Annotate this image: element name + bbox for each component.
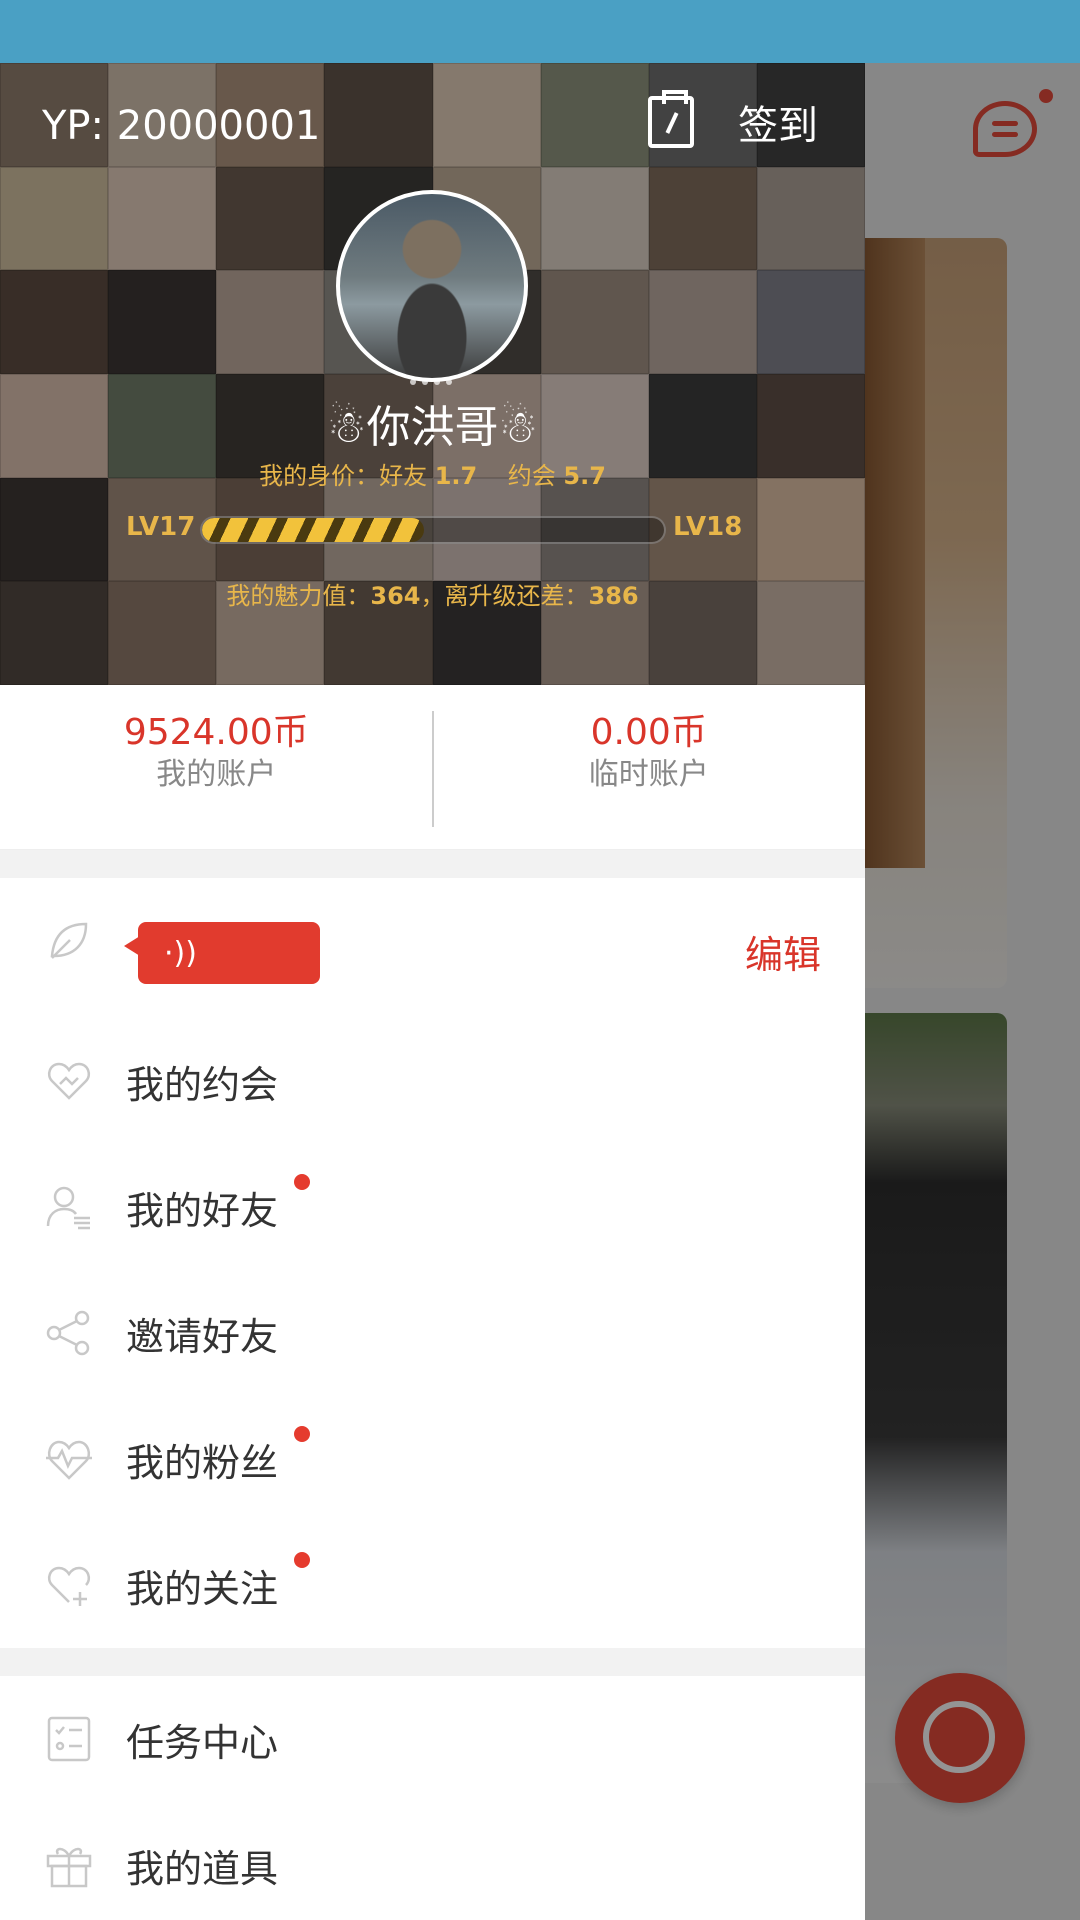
- voice-intro-row: ·)) 编辑: [0, 878, 865, 1018]
- clipboard-icon: [648, 90, 694, 148]
- edit-button[interactable]: 编辑: [745, 924, 821, 979]
- accounts-divider: [432, 711, 434, 827]
- menu-item-my-dates[interactable]: 我的约会: [0, 1018, 865, 1144]
- level-next: LV18: [673, 512, 743, 542]
- charm-line: 我的魅力值：364，离升级还差：386: [0, 576, 865, 611]
- level-current: LV17: [126, 512, 196, 542]
- worth-friend-value: 1.7: [434, 462, 478, 490]
- heart-handshake-icon: [47, 1062, 91, 1100]
- charm-prefix: 我的魅力值：: [226, 582, 371, 610]
- friends-icon: [46, 1186, 90, 1230]
- my-account-amount: 9524.00币: [123, 712, 309, 753]
- leaf-icon: [50, 922, 88, 959]
- menu-item-my-following[interactable]: 我的关注: [0, 1522, 865, 1648]
- heart-plus-icon: [47, 1566, 91, 1606]
- accounts-row: 9524.00币 我的账户 0.00币 临时账户: [0, 685, 865, 850]
- charm-mid: ，离升级还差：: [420, 582, 589, 610]
- nickname: ☃你洪哥☃: [327, 402, 538, 453]
- checkin-label: 签到: [738, 103, 818, 149]
- notification-dot: [294, 1552, 310, 1568]
- section-divider: [0, 1648, 865, 1676]
- heart-pulse-icon: [46, 1440, 92, 1480]
- temp-account-amount: 0.00币: [590, 712, 707, 753]
- notification-dot: [294, 1426, 310, 1442]
- menu-item-label: 我的约会: [126, 1062, 279, 1107]
- checkin-button[interactable]: 签到: [648, 90, 818, 151]
- gift-icon: [46, 1847, 92, 1888]
- menu-item-label: 任务中心: [126, 1720, 279, 1765]
- menu-item-my-items[interactable]: 我的道具: [0, 1802, 865, 1920]
- voice-wave-icon: ·)): [164, 935, 197, 971]
- temp-account-label: 临时账户: [588, 757, 709, 792]
- task-list-icon: [47, 1716, 91, 1762]
- voice-intro-bubble[interactable]: ·)): [124, 922, 320, 984]
- share-icon: [46, 1310, 90, 1356]
- section-divider: [0, 850, 865, 878]
- notification-dot: [294, 1174, 310, 1190]
- drawer-scrim[interactable]: [865, 63, 1080, 1920]
- charm-value: 364: [370, 582, 421, 610]
- charm-remaining: 386: [588, 582, 639, 610]
- user-id: YP: 20000001: [42, 103, 321, 149]
- status-bar: [0, 0, 1080, 63]
- worth-date-value: 5.7: [563, 462, 606, 490]
- menu-item-label: 我的道具: [126, 1846, 279, 1891]
- my-account[interactable]: 9524.00币 我的账户: [0, 685, 433, 849]
- worth-prefix: 我的身价：好友: [259, 462, 428, 490]
- level-progress-fill: [202, 518, 424, 542]
- worth-line: 我的身价：好友 1.7 约会 5.7: [0, 456, 865, 491]
- temp-account[interactable]: 0.00币 临时账户: [433, 685, 866, 849]
- menu-item-my-friends[interactable]: 我的好友: [0, 1144, 865, 1270]
- profile-header: YP: 20000001 签到 ☃你洪哥☃ 我的身价：好友 1.7 约会 5.7…: [0, 63, 865, 685]
- menu-item-invite-friends[interactable]: 邀请好友: [0, 1270, 865, 1396]
- navigation-drawer: YP: 20000001 签到 ☃你洪哥☃ 我的身价：好友 1.7 约会 5.7…: [0, 63, 865, 1920]
- level-progress-bar: [200, 516, 666, 544]
- menu-item-my-fans[interactable]: 我的粉丝: [0, 1396, 865, 1522]
- menu-item-label: 我的好友: [126, 1188, 279, 1233]
- avatar-page-indicator: [410, 379, 452, 385]
- menu-item-label: 邀请好友: [126, 1314, 279, 1359]
- avatar[interactable]: [336, 190, 528, 382]
- my-account-label: 我的账户: [156, 757, 277, 792]
- worth-date-label: 约会: [507, 462, 556, 490]
- menu-item-label: 我的粉丝: [126, 1440, 279, 1485]
- menu-item-task-center[interactable]: 任务中心: [0, 1676, 865, 1802]
- menu-item-label: 我的关注: [126, 1566, 279, 1611]
